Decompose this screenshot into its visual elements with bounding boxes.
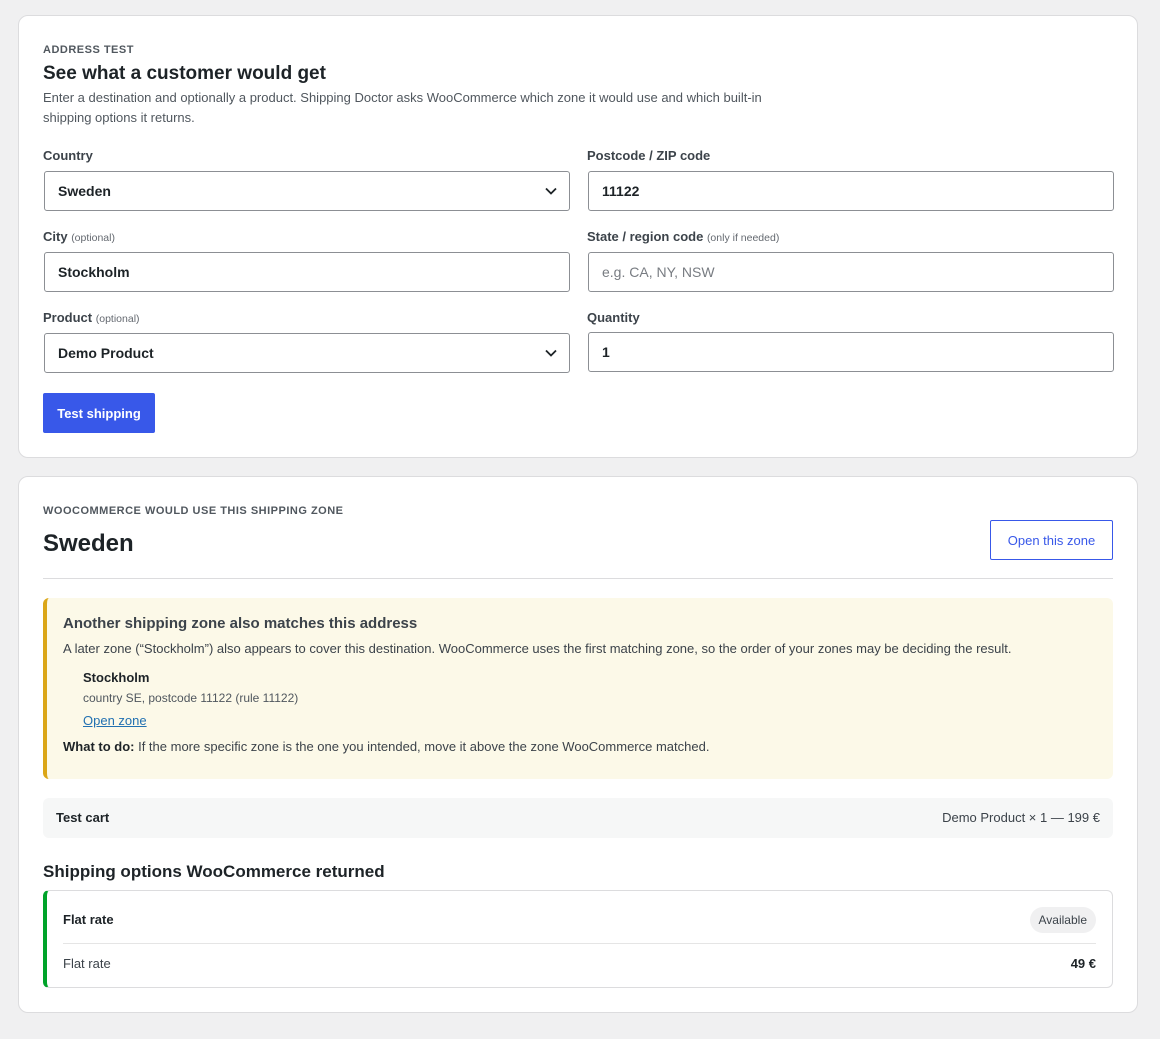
status-badge: Available	[1029, 907, 1096, 933]
postcode-label: Postcode / ZIP code	[587, 148, 711, 163]
matched-zone-rule: country SE, postcode 11122 (rule 11122)	[83, 691, 299, 705]
notice-text: A later zone (“Stockholm”) also appears …	[63, 641, 1012, 656]
test-cart-row: Test cart Demo Product × 1 — 199 €	[43, 798, 1113, 838]
chevron-down-icon	[545, 187, 557, 195]
shipping-option-price: 49 €	[1070, 956, 1096, 971]
shipping-option-line-label: Flat rate	[63, 956, 111, 971]
address-test-description: Enter a destination and optionally a pro…	[43, 90, 762, 125]
shipping-options-title: Shipping options WooCommerce returned	[43, 862, 385, 881]
quantity-label: Quantity	[587, 310, 640, 325]
postcode-input-value: 11122	[602, 183, 640, 199]
quantity-input[interactable]: 1	[588, 332, 1114, 372]
result-eyebrow: WOOCOMMERCE WOULD USE THIS SHIPPING ZONE	[43, 505, 344, 517]
open-this-zone-button[interactable]: Open this zone	[990, 520, 1113, 560]
warning-notice: Another shipping zone also matches this …	[43, 598, 1113, 779]
product-select-value: Demo Product	[58, 345, 154, 361]
city-input-value: Stockholm	[58, 264, 130, 280]
divider	[43, 578, 1113, 579]
test-cart-label: Test cart	[56, 810, 110, 825]
result-card: WOOCOMMERCE WOULD USE THIS SHIPPING ZONE…	[18, 476, 1138, 1013]
state-label: State / region code (only if needed)	[587, 229, 780, 244]
quantity-input-value: 1	[602, 344, 610, 360]
open-zone-link[interactable]: Open zone	[83, 713, 147, 728]
test-cart-value: Demo Product × 1 — 199 €	[942, 810, 1100, 825]
what-to-do-label: What to do:	[63, 739, 135, 754]
state-input-placeholder: e.g. CA, NY, NSW	[602, 264, 715, 280]
country-label: Country	[43, 148, 93, 163]
chevron-down-icon	[545, 349, 557, 357]
shipping-option-card: Flat rate Available Flat rate 49 €	[43, 890, 1113, 988]
country-select-value: Sweden	[58, 183, 111, 199]
state-input[interactable]: e.g. CA, NY, NSW	[588, 252, 1114, 292]
product-select[interactable]: Demo Product	[44, 333, 570, 373]
postcode-input[interactable]: 11122	[588, 171, 1114, 211]
city-input[interactable]: Stockholm	[44, 252, 570, 292]
city-hint: (optional)	[71, 232, 115, 244]
notice-title: Another shipping zone also matches this …	[63, 615, 418, 632]
address-test-card: ADDRESS TEST See what a customer would g…	[18, 15, 1138, 458]
product-hint: (optional)	[95, 313, 140, 325]
what-to-do-text: If the more specific zone is the one you…	[134, 739, 710, 754]
city-label: City (optional)	[43, 229, 115, 244]
test-shipping-button[interactable]: Test shipping	[43, 393, 155, 433]
zone-name: Sweden	[43, 530, 134, 557]
product-label: Product (optional)	[43, 310, 140, 325]
country-select[interactable]: Sweden	[44, 171, 570, 211]
what-to-do: What to do: If the more specific zone is…	[63, 739, 709, 754]
address-test-title: See what a customer would get	[43, 63, 326, 84]
option-divider	[63, 943, 1096, 944]
address-test-eyebrow: ADDRESS TEST	[43, 44, 134, 56]
shipping-option-name: Flat rate	[63, 912, 114, 927]
state-hint: (only if needed)	[706, 232, 780, 244]
matched-zone-name: Stockholm	[83, 670, 150, 685]
